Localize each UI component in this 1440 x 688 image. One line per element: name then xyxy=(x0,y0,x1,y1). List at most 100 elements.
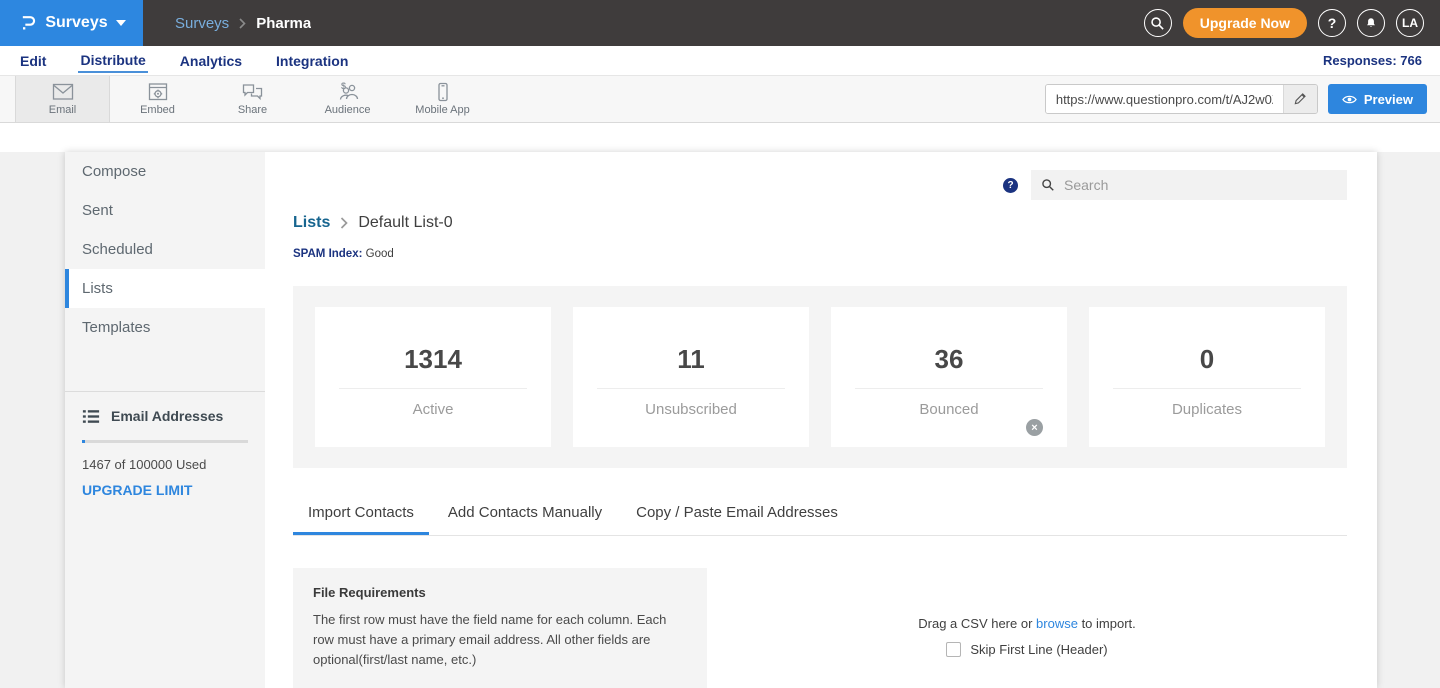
chevron-right-icon xyxy=(340,217,348,229)
sidebar-item-templates[interactable]: Templates xyxy=(65,308,265,347)
tool-audience[interactable]: $ Audience xyxy=(300,76,395,122)
app-logo[interactable]: Surveys xyxy=(0,0,143,46)
tool-mobile-app[interactable]: Mobile App xyxy=(395,76,490,122)
search-input[interactable] xyxy=(1064,177,1337,193)
stat-label: Active xyxy=(413,401,454,418)
product-switcher-label: Surveys xyxy=(45,14,107,32)
tab-add-contacts-manually[interactable]: Add Contacts Manually xyxy=(433,498,617,535)
user-avatar[interactable]: LA xyxy=(1396,9,1424,37)
preview-label: Preview xyxy=(1364,92,1413,107)
import-contacts-panel: File Requirements The first row must hav… xyxy=(293,568,1347,688)
help-icon[interactable]: ? xyxy=(1003,178,1018,193)
help-button[interactable]: ? xyxy=(1318,9,1346,37)
usage-progress-fill xyxy=(82,440,85,443)
tab-copy-paste-email-addresses[interactable]: Copy / Paste Email Addresses xyxy=(621,498,853,535)
divider xyxy=(1113,388,1302,389)
skip-first-line-label: Skip First Line (Header) xyxy=(970,642,1107,657)
sidebar-spacer xyxy=(65,347,265,391)
spam-index-line: SPAM Index: Good xyxy=(293,248,1347,260)
tool-share[interactable]: Share xyxy=(205,76,300,122)
survey-url-group xyxy=(1045,84,1318,114)
tab-integration[interactable]: Integration xyxy=(274,49,350,72)
audience-icon: $ xyxy=(335,82,361,102)
bell-icon xyxy=(1364,16,1378,31)
csv-drop-zone[interactable]: Drag a CSV here or browse to import. Ski… xyxy=(707,568,1347,688)
distribute-toolbar: Email Embed Share $ Audienc xyxy=(0,76,1440,123)
skip-first-line-checkbox[interactable] xyxy=(946,642,961,657)
tool-label: Share xyxy=(238,104,267,116)
top-bar: Surveys Surveys Pharma Upgrade Now ? xyxy=(0,0,1440,46)
stat-label: Unsubscribed xyxy=(645,401,737,418)
divider xyxy=(855,388,1044,389)
chevron-right-icon xyxy=(239,18,246,29)
survey-url-input[interactable] xyxy=(1046,85,1283,113)
email-sidebar: Compose Sent Scheduled Lists Templates E… xyxy=(65,152,265,688)
tool-label: Audience xyxy=(325,104,371,116)
notifications-button[interactable] xyxy=(1357,9,1385,37)
browse-link[interactable]: browse xyxy=(1036,616,1078,631)
preview-button[interactable]: Preview xyxy=(1328,84,1427,114)
lists-breadcrumb-link[interactable]: Lists xyxy=(293,214,330,232)
responses-count[interactable]: Responses: 766 xyxy=(1323,53,1422,68)
toolbar-right: Preview xyxy=(1045,76,1440,122)
current-list-name: Default List-0 xyxy=(358,214,452,232)
sidebar-item-sent[interactable]: Sent xyxy=(65,191,265,230)
tool-embed[interactable]: Embed xyxy=(110,76,205,122)
spacer-band xyxy=(0,123,1440,152)
search-icon xyxy=(1041,178,1055,192)
mobile-icon xyxy=(433,82,453,102)
file-requirements-body: The first row must have the field name f… xyxy=(313,610,687,670)
breadcrumb-surveys-link[interactable]: Surveys xyxy=(175,15,229,32)
drag-text-before: Drag a CSV here or xyxy=(918,616,1036,631)
drag-text-after: to import. xyxy=(1078,616,1136,631)
stat-value: 1314 xyxy=(404,344,462,375)
main-panel: Compose Sent Scheduled Lists Templates E… xyxy=(65,152,1377,688)
tab-distribute[interactable]: Distribute xyxy=(78,48,147,73)
tool-label: Email xyxy=(49,104,77,116)
divider xyxy=(339,388,528,389)
eye-icon xyxy=(1342,94,1357,105)
chevron-down-icon xyxy=(116,20,126,27)
sidebar-item-lists[interactable]: Lists xyxy=(65,269,265,308)
list-stats: 1314 Active 11 Unsubscribed 36 Bounced ×… xyxy=(293,286,1347,468)
tab-analytics[interactable]: Analytics xyxy=(178,49,244,72)
file-requirements-title: File Requirements xyxy=(313,585,687,600)
list-breadcrumb: Lists Default List-0 xyxy=(293,214,1347,232)
sidebar-item-compose[interactable]: Compose xyxy=(65,152,265,191)
stat-card-duplicates[interactable]: 0 Duplicates xyxy=(1089,307,1325,447)
tab-import-contacts[interactable]: Import Contacts xyxy=(293,498,429,535)
tool-email[interactable]: Email xyxy=(15,76,110,122)
tool-label: Embed xyxy=(140,104,175,116)
upgrade-limit-link[interactable]: UPGRADE LIMIT xyxy=(82,482,248,498)
search-button[interactable] xyxy=(1144,9,1172,37)
edit-url-button[interactable] xyxy=(1283,85,1317,113)
stat-card-active[interactable]: 1314 Active xyxy=(315,307,551,447)
clear-bounced-icon[interactable]: × xyxy=(1026,419,1043,436)
drag-instruction: Drag a CSV here or browse to import. xyxy=(918,616,1136,631)
stat-label: Bounced xyxy=(919,401,978,418)
upgrade-now-button[interactable]: Upgrade Now xyxy=(1183,8,1307,38)
stat-label: Duplicates xyxy=(1172,401,1242,418)
avatar-initials: LA xyxy=(1402,16,1418,30)
search-icon xyxy=(1150,16,1165,31)
envelope-icon xyxy=(51,82,75,102)
stat-card-bounced[interactable]: 36 Bounced × xyxy=(831,307,1067,447)
tab-edit[interactable]: Edit xyxy=(18,49,48,72)
spam-index-label: SPAM Index: xyxy=(293,248,362,260)
share-icon xyxy=(241,82,264,102)
list-icon xyxy=(82,409,100,424)
pencil-icon xyxy=(1293,92,1307,106)
topbar-breadcrumb: Surveys Pharma xyxy=(175,0,311,46)
usage-progress-bar xyxy=(82,440,248,443)
stat-value: 11 xyxy=(677,344,705,375)
contact-tabs: Import Contacts Add Contacts Manually Co… xyxy=(293,498,1347,536)
survey-nav: Edit Distribute Analytics Integration Re… xyxy=(0,46,1440,76)
spam-index-value: Good xyxy=(366,248,394,260)
stat-card-unsubscribed[interactable]: 11 Unsubscribed xyxy=(573,307,809,447)
sidebar-item-scheduled[interactable]: Scheduled xyxy=(65,230,265,269)
email-addresses-section: Email Addresses 1467 of 100000 Used UPGR… xyxy=(65,391,265,514)
question-mark-icon: ? xyxy=(1328,15,1337,31)
topbar-actions: Upgrade Now ? LA xyxy=(1144,0,1440,46)
email-addresses-title: Email Addresses xyxy=(111,408,223,424)
lists-content: ? Lists Default List-0 SPAM Index: Good xyxy=(265,152,1377,688)
